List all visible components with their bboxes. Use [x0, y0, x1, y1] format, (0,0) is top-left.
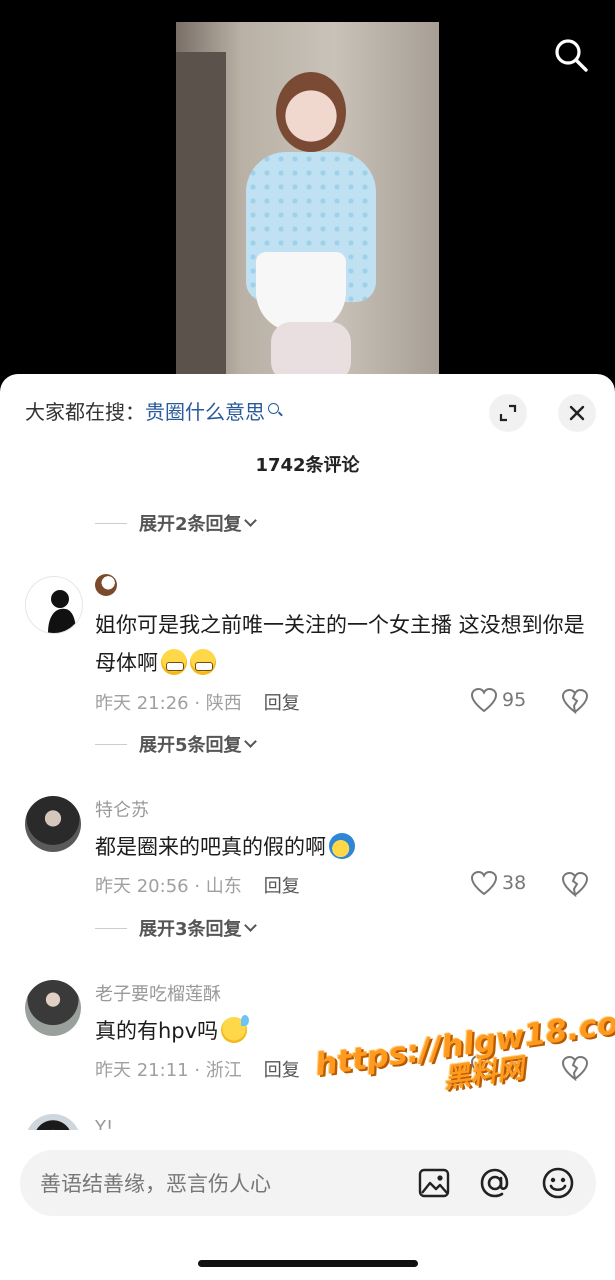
comment-text-content: 都是圈来的吧真的假的啊: [95, 835, 326, 859]
chevron-down-icon: [243, 513, 257, 527]
divider-line: [95, 927, 127, 929]
video-frame[interactable]: [176, 22, 439, 382]
small-search-icon: [268, 403, 279, 414]
grimace-emoji-icon: [161, 649, 187, 675]
expand-icon: [499, 404, 517, 422]
divider-line: [95, 522, 127, 524]
expand-button[interactable]: [489, 394, 527, 432]
reply-button[interactable]: 回复: [264, 1060, 300, 1081]
heart-icon: [470, 870, 498, 896]
comment-meta: 昨天 21:26 · 陕西 回复: [95, 689, 300, 715]
broken-heart-icon: [561, 688, 589, 715]
comment-text-content: 真的有hpv吗: [95, 1019, 219, 1043]
grimace-emoji-icon: [190, 649, 216, 675]
dancer-apron: [256, 252, 346, 332]
comment-meta: 昨天 20:56 · 山东 回复: [95, 872, 300, 898]
username[interactable]: 老子要吃榴莲酥: [95, 980, 221, 1006]
expand-replies-label: 展开2条回复: [139, 514, 242, 535]
at-sign-icon: [480, 1168, 509, 1198]
comment-time: 昨天 20:56 · 山东: [95, 876, 242, 897]
chevron-down-icon: [243, 918, 257, 932]
home-indicator[interactable]: [198, 1260, 418, 1267]
username[interactable]: 特仑苏: [95, 796, 149, 822]
broken-heart-icon: [561, 871, 589, 898]
search-button[interactable]: [549, 33, 593, 77]
mention-button[interactable]: [477, 1165, 513, 1201]
avatar[interactable]: [25, 796, 81, 852]
dislike-button[interactable]: [561, 688, 589, 718]
comment-input[interactable]: [38, 1150, 402, 1218]
comments-sheet: 大家都在搜：贵圈什么意思 1742条评论 展开2条回复 姐你可是我之前唯一关注的…: [0, 374, 615, 1280]
expand-replies-1[interactable]: 展开2条回复: [95, 510, 257, 536]
like-count: 38: [502, 872, 527, 894]
video-area[interactable]: [0, 0, 615, 390]
dancer-legs: [271, 322, 351, 382]
blue-hair-emoji-icon: [329, 833, 355, 859]
coconut-emoji-icon: [95, 574, 117, 596]
avatar[interactable]: [25, 576, 83, 634]
username[interactable]: [95, 574, 117, 601]
divider-line: [95, 743, 127, 745]
heart-icon: [470, 687, 498, 713]
comment-count: 1742条评论: [255, 455, 360, 476]
dancer-head: [276, 72, 346, 152]
search-icon: [555, 39, 588, 72]
comment-meta: 昨天 21:11 · 浙江 回复: [95, 1056, 300, 1082]
expand-replies-label: 展开3条回复: [139, 919, 242, 940]
chevron-down-icon: [243, 734, 257, 748]
avatar-silhouette: [48, 590, 76, 633]
close-icon: [569, 405, 585, 421]
hot-search-term[interactable]: 贵圈什么意思: [145, 400, 265, 424]
smiley-icon: [542, 1167, 574, 1199]
sweat-emoji-icon: [221, 1015, 250, 1043]
like-count: 95: [502, 689, 527, 711]
hot-search-prefix: 大家都在搜：: [25, 400, 145, 424]
background-cabinet: [176, 52, 226, 382]
reply-button[interactable]: 回复: [264, 876, 300, 897]
emoji-button[interactable]: [540, 1165, 576, 1201]
expand-replies-2[interactable]: 展开5条回复: [95, 731, 257, 757]
dislike-button[interactable]: [561, 871, 589, 901]
reply-button[interactable]: 回复: [264, 693, 300, 714]
close-button[interactable]: [558, 394, 596, 432]
like-button[interactable]: 95: [470, 687, 526, 713]
image-button[interactable]: [416, 1165, 452, 1201]
comment-text: 姐你可是我之前唯一关注的一个女主播 这没想到你是母体啊: [95, 606, 590, 682]
like-button[interactable]: 38: [470, 870, 526, 896]
hot-search: 大家都在搜：贵圈什么意思: [25, 396, 279, 425]
comment-time: 昨天 21:26 · 陕西: [95, 693, 242, 714]
image-icon: [418, 1168, 450, 1198]
comment-text: 都是圈来的吧真的假的啊: [95, 828, 590, 866]
comment-time: 昨天 21:11 · 浙江: [95, 1060, 242, 1081]
expand-replies-label: 展开5条回复: [139, 735, 242, 756]
expand-replies-3[interactable]: 展开3条回复: [95, 915, 257, 941]
avatar[interactable]: [25, 980, 81, 1036]
comment-input-bar: [20, 1150, 596, 1218]
